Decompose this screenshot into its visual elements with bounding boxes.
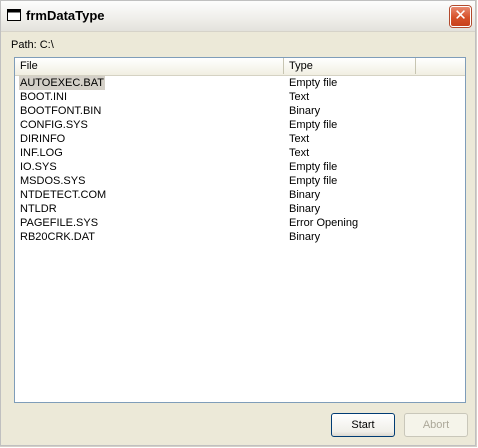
file-name-cell: AUTOEXEC.BAT xyxy=(19,76,105,90)
close-button[interactable]: ✕ xyxy=(450,6,471,27)
path-label: Path: C:\ xyxy=(11,39,54,51)
file-type-cell: Empty file xyxy=(289,119,338,131)
close-icon: ✕ xyxy=(454,7,467,24)
start-button[interactable]: Start xyxy=(331,413,395,437)
file-type-cell: Error Opening xyxy=(289,217,359,229)
file-name-cell: PAGEFILE.SYS xyxy=(20,217,99,229)
table-row[interactable]: BOOT.INI Text xyxy=(15,90,465,104)
file-type-cell: Empty file xyxy=(289,77,338,89)
table-row[interactable]: CONFIG.SYS Empty file xyxy=(15,118,465,132)
window-icon xyxy=(7,9,21,21)
file-type-cell: Binary xyxy=(289,189,321,201)
file-name-cell: NTDETECT.COM xyxy=(20,189,107,201)
file-name-cell: CONFIG.SYS xyxy=(20,119,88,131)
file-type-cell: Text xyxy=(289,133,310,145)
file-name-cell: DIRINFO xyxy=(20,133,66,145)
column-header-type[interactable]: Type xyxy=(284,58,416,74)
table-row[interactable]: NTLDR Binary xyxy=(15,202,465,216)
table-row[interactable]: MSDOS.SYS Empty file xyxy=(15,174,465,188)
list-header: File Type xyxy=(15,58,465,76)
file-name-cell: RB20CRK.DAT xyxy=(20,231,95,243)
file-name-cell: NTLDR xyxy=(20,203,57,215)
file-type-cell: Binary xyxy=(289,105,321,117)
file-type-cell: Text xyxy=(289,147,310,159)
file-list[interactable]: File Type AUTOEXEC.BAT Empty file BOOT.INI… xyxy=(14,57,466,403)
abort-button[interactable]: Abort xyxy=(404,413,468,437)
file-type-cell: Text xyxy=(289,91,310,103)
file-name-cell: BOOT.INI xyxy=(20,91,68,103)
list-rows: AUTOEXEC.BAT Empty file BOOT.INI Text BOOTFO… xyxy=(15,76,465,244)
file-type-cell: Empty file xyxy=(289,175,338,187)
table-row[interactable]: IO.SYS Empty file xyxy=(15,160,465,174)
table-row[interactable]: BOOTFONT.BIN Binary xyxy=(15,104,465,118)
file-name-cell: MSDOS.SYS xyxy=(20,175,86,187)
table-row[interactable]: AUTOEXEC.BAT Empty file xyxy=(15,76,465,90)
table-row[interactable]: NTDETECT.COM Binary xyxy=(15,188,465,202)
column-header-file[interactable]: File xyxy=(15,58,284,74)
title-bar[interactable]: frmDataType ✕ xyxy=(1,1,475,32)
table-row[interactable]: INF.LOG Text xyxy=(15,146,465,160)
table-row[interactable]: RB20CRK.DAT Binary xyxy=(15,230,465,244)
file-name-cell: IO.SYS xyxy=(20,161,57,173)
file-name-cell: INF.LOG xyxy=(20,147,63,159)
table-row[interactable]: PAGEFILE.SYS Error Opening xyxy=(15,216,465,230)
file-type-cell: Empty file xyxy=(289,161,338,173)
file-type-cell: Binary xyxy=(289,203,321,215)
column-header-filler xyxy=(416,58,465,74)
table-row[interactable]: DIRINFO Text xyxy=(15,132,465,146)
file-name-cell: BOOTFONT.BIN xyxy=(20,105,102,117)
main-window: frmDataType ✕ Path: C:\ File Type AUTOEX… xyxy=(0,0,477,447)
file-type-cell: Binary xyxy=(289,231,321,243)
window-title: frmDataType xyxy=(26,8,105,23)
